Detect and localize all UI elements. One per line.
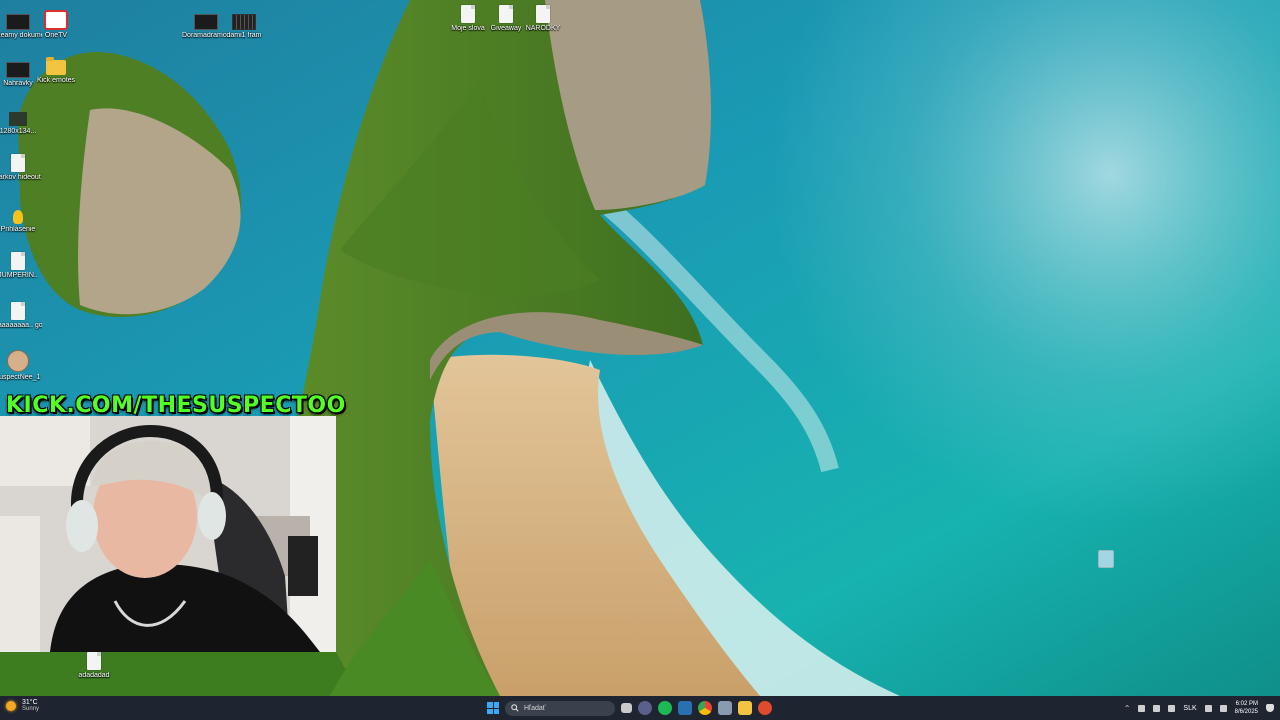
red-app-icon — [44, 10, 68, 30]
task-view-icon[interactable] — [621, 703, 632, 713]
desktop-icon-prihlasenie[interactable]: Prihlásenie — [0, 206, 42, 234]
desktop-icon-golf[interactable]: paaaaaaaa.. golf — [0, 302, 42, 330]
steam-icon[interactable] — [678, 701, 692, 715]
recycle-bin-icon — [1098, 550, 1114, 568]
desktop-icon-image-file[interactable]: 1280x134... — [0, 108, 42, 136]
chevron-up-icon[interactable]: ⌃ — [1124, 704, 1131, 713]
taskbar-search[interactable]: Hľadať — [505, 700, 615, 716]
image-icon — [9, 112, 27, 126]
webcam-feed — [0, 416, 336, 652]
desktop-icon-dami[interactable]: dami1 fram — [220, 10, 268, 40]
folder-icon — [46, 57, 66, 75]
sun-icon — [6, 700, 16, 711]
document-icon — [11, 154, 25, 172]
microphone-icon[interactable] — [1168, 704, 1176, 712]
desktop-icon-onetv[interactable]: OneTV — [32, 8, 80, 40]
app-icon[interactable] — [718, 701, 732, 715]
volume-icon[interactable] — [1219, 704, 1227, 712]
taskbar: 31°C Sunny Hľadať ⌃ SLK 6:02 PM 8/6/2025 — [0, 696, 1280, 720]
document-icon — [87, 652, 101, 670]
search-icon — [511, 704, 519, 712]
clock-date: 8/6/2025 — [1234, 709, 1258, 715]
taskbar-center: Hľadať — [487, 698, 772, 718]
chrome-icon[interactable] — [698, 701, 712, 715]
obs-icon[interactable] — [638, 701, 652, 715]
document-icon — [11, 302, 25, 320]
document-icon — [461, 5, 475, 23]
monitor-icon — [6, 62, 30, 78]
desktop-icon-recycle-bin[interactable] — [1082, 550, 1130, 568]
desktop-icon-kick-emotes[interactable]: Kick emotes — [32, 56, 80, 85]
network-icon[interactable] — [1204, 704, 1212, 712]
clock-time: 6:02 PM — [1235, 701, 1258, 707]
desktop-icon-tarkov[interactable]: Tarkov hideout — [0, 154, 42, 182]
tray-app-icon[interactable] — [1138, 704, 1146, 712]
rockstar-launcher-icon[interactable] — [758, 701, 772, 715]
weather-widget[interactable]: 31°C Sunny — [6, 699, 39, 712]
desktop-icon-suspectnee[interactable]: suspectNee_1 — [0, 350, 42, 382]
lightbulb-icon — [13, 210, 23, 224]
desktop-icon-jumperin[interactable]: JUMPERIN.. — [0, 252, 42, 280]
monitor-icon — [6, 14, 30, 30]
document-icon — [11, 252, 25, 270]
document-icon — [499, 5, 513, 23]
webcam-overlay — [0, 416, 336, 652]
clock[interactable]: 6:02 PM 8/6/2025 — [1235, 700, 1258, 716]
windows-start-icon[interactable] — [487, 702, 499, 714]
notification-bell-icon[interactable] — [1266, 704, 1274, 712]
language-indicator[interactable]: SLK — [1183, 705, 1196, 712]
weather-condition: Sunny — [22, 706, 40, 712]
stream-channel-url: KICK.COM/THESUSPECTOO — [6, 393, 346, 418]
film-icon — [232, 14, 256, 30]
file-explorer-icon[interactable] — [738, 701, 752, 715]
weather-temperature: 31°C — [22, 699, 38, 706]
avatar-icon — [7, 350, 29, 372]
video-file-icon — [194, 14, 218, 30]
spotify-icon[interactable] — [658, 701, 672, 715]
usb-icon[interactable] — [1153, 704, 1161, 712]
search-placeholder: Hľadať — [524, 704, 546, 712]
system-tray: ⌃ SLK 6:02 PM 8/6/2025 — [1124, 696, 1274, 720]
desktop-icon-adadadad[interactable]: adadadad — [70, 652, 118, 680]
desktop-icon-narodky[interactable]: NÁRODKY — [519, 5, 567, 33]
document-icon — [536, 5, 550, 23]
